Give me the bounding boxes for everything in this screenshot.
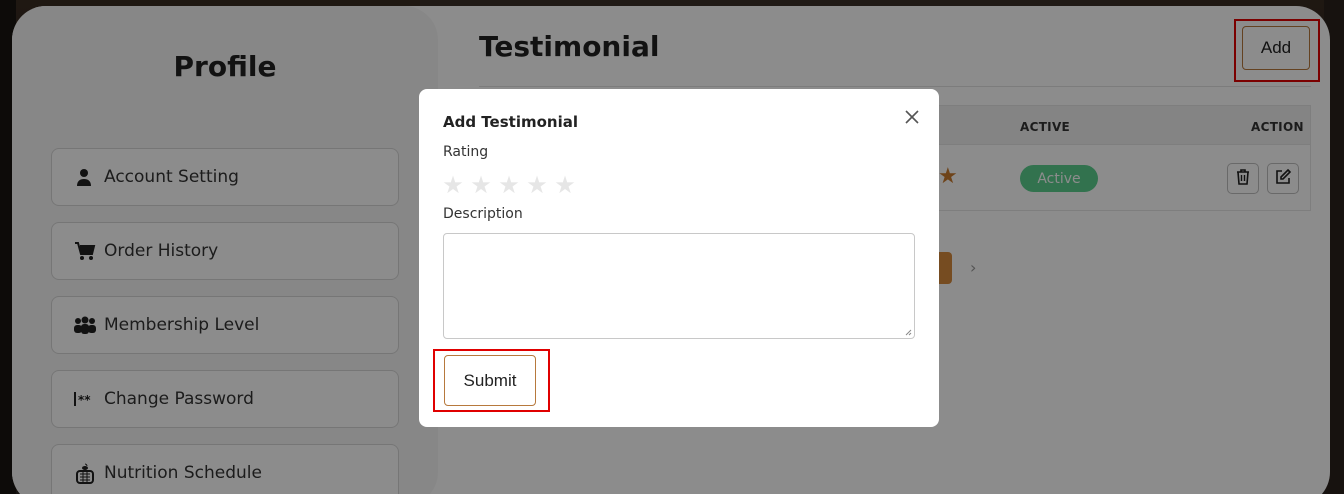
description-textarea[interactable] xyxy=(443,233,915,339)
resize-handle-icon[interactable] xyxy=(904,328,912,336)
star-icon[interactable]: ★ xyxy=(470,173,492,197)
star-icon[interactable]: ★ xyxy=(526,173,548,197)
close-icon[interactable] xyxy=(902,107,922,127)
star-icon[interactable]: ★ xyxy=(498,173,520,197)
submit-button-highlight xyxy=(433,349,550,412)
star-icon[interactable]: ★ xyxy=(554,173,576,197)
rating-label: Rating xyxy=(443,144,489,160)
rating-stars[interactable]: ★ ★ ★ ★ ★ xyxy=(442,173,576,197)
modal-title: Add Testimonial xyxy=(443,113,578,131)
description-label: Description xyxy=(443,206,523,222)
star-icon[interactable]: ★ xyxy=(442,173,464,197)
